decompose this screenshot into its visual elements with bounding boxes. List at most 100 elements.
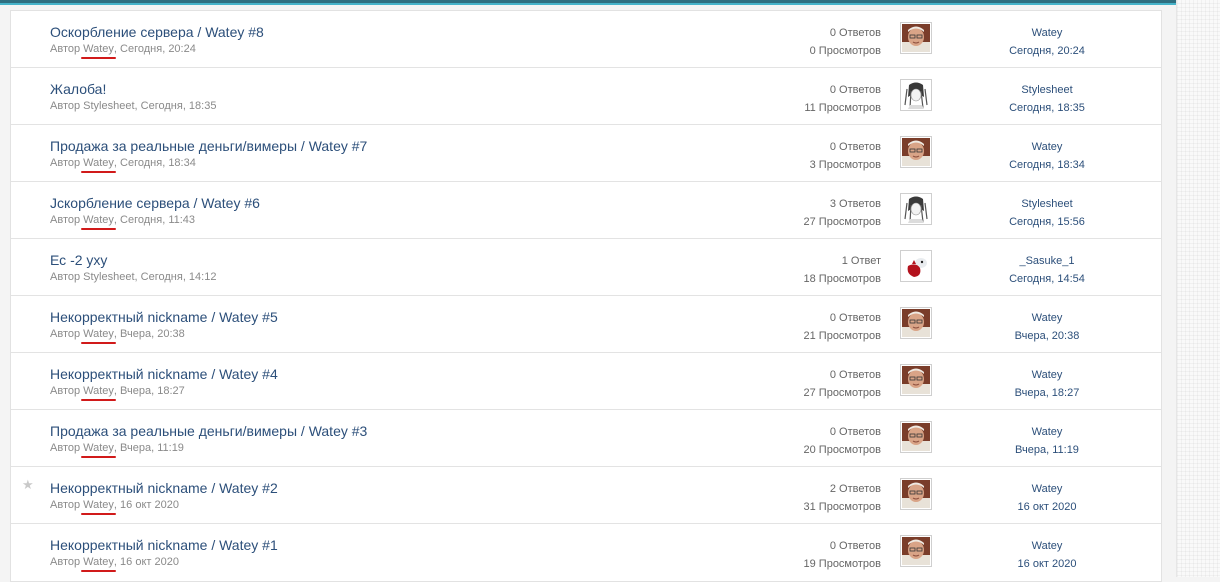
last-post-info: _Sasuke_1 Сегодня, 14:54: [971, 252, 1123, 288]
author-link[interactable]: Watey: [81, 157, 116, 173]
replies-count: 2 Ответов: [829, 483, 881, 495]
last-post-date-link[interactable]: Вчера, 11:19: [971, 441, 1123, 459]
last-poster-link[interactable]: Watey: [971, 309, 1123, 327]
thread-date: Вчера, 11:19: [120, 442, 184, 454]
star-icon[interactable]: ★: [22, 477, 34, 493]
views-count: 19 Просмотров: [803, 558, 882, 570]
author-link[interactable]: Watey: [81, 214, 116, 230]
author-name: Watey: [83, 385, 114, 397]
thread-stats: 0 Ответов 19 Просмотров: [721, 537, 882, 573]
thread-stats: 3 Ответов 27 Просмотров: [721, 195, 882, 231]
thread-row: Jcкорбление сервера / Watey #6 Автор Wate…: [11, 182, 1161, 239]
last-post-date-link[interactable]: Сегодня, 14:54: [971, 270, 1123, 288]
thread-meta: Автор Watey, Сегодня, 20:24: [50, 42, 196, 59]
thread-stats: 0 Ответов 11 Просмотров: [721, 81, 881, 117]
thread-title-link[interactable]: Оскорбление сервера / Watey #8: [50, 24, 264, 41]
red-annotation-underline: [81, 399, 116, 401]
thread-title-link[interactable]: Продажа за реальные деньги/вимеры / Wate…: [50, 423, 367, 440]
red-annotation-underline: [81, 456, 116, 458]
author-link[interactable]: Watey: [81, 385, 116, 401]
thread-list: Оскорбление сервера / Watey #8 Автор Wate…: [10, 10, 1162, 582]
thread-date: Сегодня, 18:35: [140, 100, 217, 112]
last-post-date-link[interactable]: Вчера, 20:38: [971, 327, 1123, 345]
replies-count: 0 Ответов: [829, 27, 881, 39]
last-post-info: Watey Вчера, 11:19: [971, 423, 1123, 459]
last-poster-link[interactable]: Stylesheet: [971, 195, 1123, 213]
last-poster-link[interactable]: Watey: [971, 423, 1123, 441]
watey-avatar[interactable]: [900, 535, 932, 567]
stylesheet-avatar[interactable]: [900, 79, 932, 111]
author-name: Watey: [83, 157, 114, 169]
author-link[interactable]: Watey: [81, 499, 116, 515]
views-count: 31 Просмотров: [803, 501, 882, 513]
avatar-image: [902, 480, 930, 508]
author-link[interactable]: Stylesheet: [83, 100, 134, 112]
author-name: Watey: [83, 43, 114, 55]
thread-title-link[interactable]: Жалоба!: [50, 81, 106, 98]
author-prefix: Автор: [50, 214, 81, 226]
last-post-date-link[interactable]: 16 окт 2020: [971, 498, 1123, 516]
views-count: 21 Просмотров: [803, 330, 882, 342]
thread-row: ★ Некорректный nickname / Watey #2 Автор W…: [11, 467, 1161, 524]
thread-title-link[interactable]: Некорректный nickname / Watey #4: [50, 366, 278, 383]
watey-avatar[interactable]: [900, 421, 932, 453]
thread-title-link[interactable]: Некорректный nickname / Watey #5: [50, 309, 278, 326]
thread-date: Сегодня, 14:12: [140, 271, 217, 283]
replies-count: 0 Ответов: [829, 312, 881, 324]
author-link[interactable]: Watey: [81, 43, 116, 59]
watey-avatar[interactable]: [900, 307, 932, 339]
replies-count: 1 Ответ: [841, 255, 881, 267]
last-post-info: Watey Сегодня, 20:24: [971, 24, 1123, 60]
thread-meta: Автор Stylesheet, Сегодня, 14:12: [50, 271, 217, 283]
last-poster-link[interactable]: Stylesheet: [971, 81, 1123, 99]
thread-title-link[interactable]: Ес -2 уху: [50, 252, 107, 269]
views-count: 20 Просмотров: [803, 444, 882, 456]
thread-row: Некорректный nickname / Watey #5 Автор Wa…: [11, 296, 1161, 353]
author-name: Watey: [83, 556, 114, 568]
watey-avatar[interactable]: [900, 136, 932, 168]
red-annotation-underline: [81, 570, 116, 572]
watey-avatar[interactable]: [900, 22, 932, 54]
sasuke-avatar[interactable]: [900, 250, 932, 282]
last-post-date-link[interactable]: 16 окт 2020: [971, 555, 1123, 573]
watey-avatar[interactable]: [900, 364, 932, 396]
last-post-date-link[interactable]: Сегодня, 18:34: [971, 156, 1123, 174]
thread-title-link[interactable]: Продажа за реальные деньги/вимеры / Wate…: [50, 138, 367, 155]
last-poster-link[interactable]: Watey: [971, 366, 1123, 384]
last-post-info: Stylesheet Сегодня, 18:35: [971, 81, 1123, 117]
thread-row: Жалоба! Автор Stylesheet, Сегодня, 18:35 0…: [11, 68, 1161, 125]
thread-title-link[interactable]: Некорректный nickname / Watey #2: [50, 480, 278, 497]
last-poster-link[interactable]: Watey: [971, 24, 1123, 42]
thread-date: 16 окт 2020: [120, 556, 179, 568]
views-count: 27 Просмотров: [803, 387, 882, 399]
author-link[interactable]: Watey: [81, 556, 116, 572]
red-annotation-underline: [81, 342, 116, 344]
avatar-image: [902, 366, 930, 394]
watey-avatar[interactable]: [900, 478, 932, 510]
author-link[interactable]: Watey: [81, 328, 116, 344]
thread-title-link[interactable]: Некорректный nickname / Watey #1: [50, 537, 278, 554]
last-poster-link[interactable]: Watey: [971, 480, 1123, 498]
thread-date: Сегодня, 11:43: [120, 214, 196, 226]
author-name: Watey: [83, 499, 114, 511]
top-accent-bar: [0, 0, 1176, 5]
last-post-info: Watey Сегодня, 18:34: [971, 138, 1123, 174]
stylesheet-avatar[interactable]: [900, 193, 932, 225]
thread-title-link[interactable]: Jcкорбление сервера / Watey #6: [50, 195, 260, 212]
avatar-image: [902, 309, 930, 337]
last-post-date-link[interactable]: Сегодня, 18:35: [971, 99, 1123, 117]
author-name: Stylesheet: [83, 100, 135, 112]
thread-row: Продажа за реальные деньги/вимеры / Wate…: [11, 125, 1161, 182]
views-count: 0 Просмотров: [809, 45, 881, 57]
thread-date: Вчера, 20:38: [120, 328, 185, 340]
avatar-image: [902, 252, 930, 280]
last-poster-link[interactable]: Watey: [971, 537, 1123, 555]
last-poster-link[interactable]: Watey: [971, 138, 1123, 156]
last-post-date-link[interactable]: Сегодня, 20:24: [971, 42, 1123, 60]
last-post-date-link[interactable]: Вчера, 18:27: [971, 384, 1123, 402]
last-post-date-link[interactable]: Сегодня, 15:56: [971, 213, 1123, 231]
last-poster-link[interactable]: _Sasuke_1: [971, 252, 1123, 270]
author-link[interactable]: Stylesheet: [83, 271, 134, 283]
thread-meta: Автор Watey, 16 окт 2020: [50, 498, 179, 515]
author-link[interactable]: Watey: [81, 442, 116, 458]
